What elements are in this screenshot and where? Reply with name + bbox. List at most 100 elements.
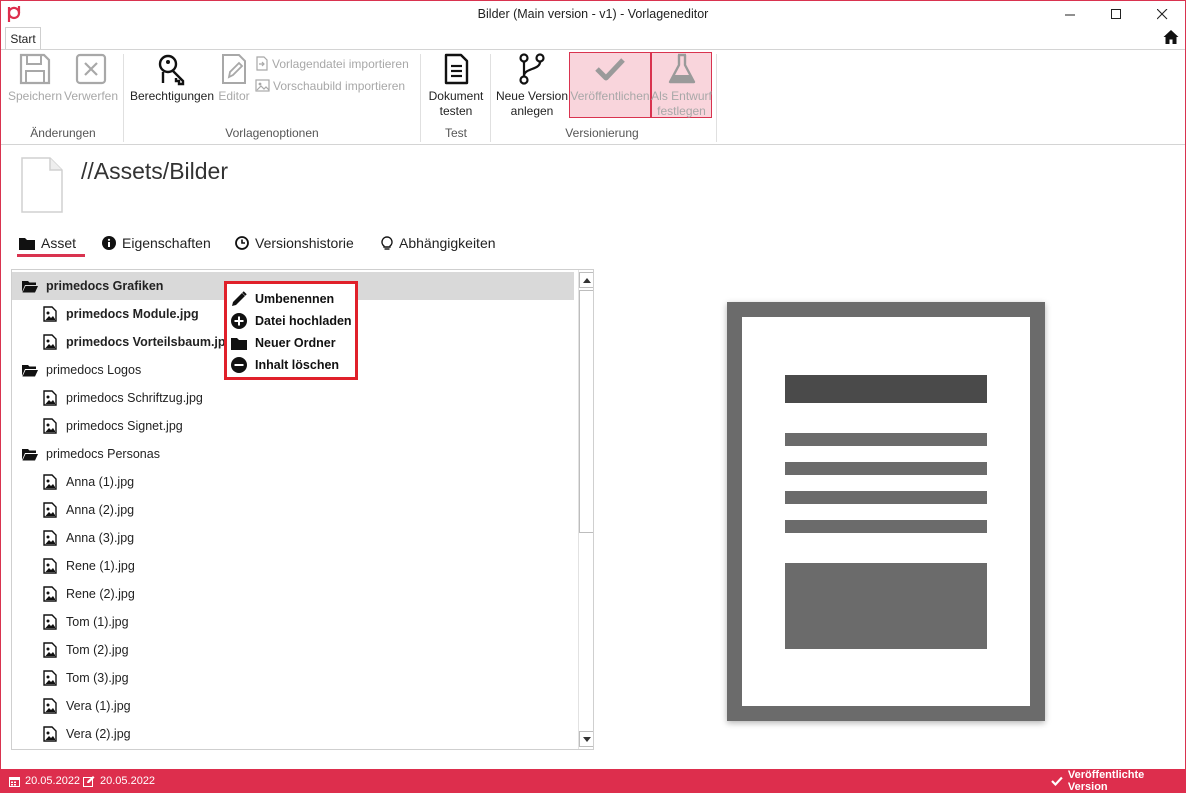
tree-file-item[interactable]: primedocs Schriftzug.jpg (12, 384, 574, 412)
flask-icon (668, 53, 695, 84)
modified-date-text: 20.05.2022 (100, 775, 156, 787)
import-template-button[interactable]: Vorlagendatei importieren (255, 56, 409, 71)
tree-file-item[interactable]: Tom (2).jpg (12, 636, 574, 664)
menu-item-upload[interactable]: Datei hochladen (231, 311, 352, 331)
tree-file-item[interactable]: Anna (1).jpg (12, 468, 574, 496)
preview-image-block (785, 563, 987, 649)
tree-file-item[interactable]: Anna (2).jpg (12, 496, 574, 524)
tab-properties[interactable]: Eigenschaften (102, 229, 211, 257)
modified-date: 20.05.2022 (83, 769, 155, 793)
close-button[interactable] (1139, 1, 1185, 27)
tab-dependencies-label: Abhängigkeiten (399, 235, 496, 251)
tab-version-history-label: Versionshistorie (255, 235, 354, 251)
scroll-down-button[interactable] (579, 731, 593, 747)
home-icon[interactable] (1163, 29, 1179, 45)
import-preview-label: Vorschaubild importieren (273, 78, 406, 93)
new-version-button[interactable]: Neue Version anlegen (495, 52, 569, 119)
permissions-label: Berechtigungen (129, 89, 215, 103)
tree-file-item[interactable]: Anna (3).jpg (12, 524, 574, 552)
ribbon-separator (716, 54, 717, 142)
ribbon-separator (123, 54, 124, 142)
discard-label: Verwerfen (63, 89, 119, 103)
test-document-button[interactable]: Dokument testen (425, 52, 487, 119)
publish-label: Veröffentlichen (570, 89, 650, 103)
tree-folder-item[interactable]: primedocs Personas (12, 440, 574, 468)
image-file-icon (42, 698, 58, 714)
discard-button[interactable]: Verwerfen (63, 52, 119, 104)
ribbon-separator (420, 54, 421, 142)
image-file-icon (43, 502, 57, 518)
test-document-label-1: Dokument (428, 89, 484, 103)
image-file-icon (42, 670, 58, 686)
preview-text-line (785, 433, 987, 446)
folder-open-icon (22, 280, 38, 292)
import-image-icon (255, 79, 270, 92)
import-file-icon (256, 56, 268, 71)
tree-item-label: primedocs Grafiken (46, 279, 164, 293)
image-file-icon (42, 614, 58, 630)
image-file-icon (43, 726, 57, 742)
tree-file-item[interactable]: Rene (1).jpg (12, 552, 574, 580)
scroll-up-button[interactable] (579, 272, 593, 288)
image-file-icon (43, 642, 57, 658)
tree-file-item[interactable]: Tom (3).jpg (12, 664, 574, 692)
tree-item-label: primedocs Logos (46, 363, 142, 377)
save-label: Speichern (7, 89, 63, 103)
arrow-up-icon (583, 277, 591, 283)
editor-label: Editor (218, 89, 250, 103)
tree-file-item[interactable]: Tom (1).jpg (12, 608, 574, 636)
menu-item-delete[interactable]: Inhalt löschen (231, 355, 339, 375)
save-button[interactable]: Speichern (7, 52, 63, 104)
folder-open-icon (22, 362, 38, 378)
menu-item-new-folder[interactable]: Neuer Ordner (231, 333, 336, 353)
publish-button[interactable]: Veröffentlichen (569, 52, 651, 104)
tab-version-history[interactable]: Versionshistorie (235, 229, 354, 257)
calendar-icon (9, 776, 20, 787)
editor-button[interactable]: Editor (215, 52, 253, 104)
context-menu: Umbenennen Datei hochladen Neuer Ordner … (224, 281, 358, 380)
import-preview-button[interactable]: Vorschaubild importieren (255, 78, 405, 93)
title-bar: Bilder (Main version - v1) - Vorlagenedi… (1, 1, 1185, 27)
image-file-icon (43, 306, 57, 322)
ribbon-tab-row: Start (1, 27, 1185, 49)
preview-page (742, 317, 1030, 706)
image-file-icon (42, 642, 58, 658)
group-label-changes: Änderungen (30, 126, 96, 140)
tree-item-label: Tom (1).jpg (66, 615, 129, 629)
tree-file-item[interactable]: Rene (2).jpg (12, 580, 574, 608)
preview-image (727, 302, 1045, 721)
tree-file-item[interactable]: Vera (2).jpg (12, 720, 574, 748)
tree-item-label: primedocs Module.jpg (66, 307, 199, 321)
image-file-icon (42, 418, 58, 434)
tree-scrollbar[interactable] (578, 270, 593, 749)
branch-icon (519, 53, 545, 85)
maximize-icon (1110, 8, 1121, 19)
folder-open-icon (22, 446, 38, 462)
permissions-button[interactable]: Berechtigungen (129, 52, 215, 104)
tree-item-label: Vera (2).jpg (66, 727, 131, 741)
save-icon (19, 53, 51, 85)
scroll-thumb[interactable] (579, 290, 593, 533)
preview-text-line (785, 491, 987, 504)
minimize-button[interactable] (1047, 1, 1093, 27)
tree-file-item[interactable]: primedocs Signet.jpg (12, 412, 574, 440)
image-file-icon (43, 698, 57, 714)
set-draft-button[interactable]: Als Entwurf festlegen (651, 52, 712, 119)
tree-item-label: primedocs Vorteilsbaum.jpg (66, 335, 234, 349)
app-window: Bilder (Main version - v1) - Vorlagenedi… (0, 0, 1186, 793)
tab-dependencies[interactable]: Abhängigkeiten (381, 229, 496, 257)
tree-item-label: primedocs Personas (46, 447, 160, 461)
status-bar: 20.05.2022 20.05.2022 Veröffentlichte Ve… (0, 769, 1186, 793)
ribbon: Speichern Verwerfen Änderungen Berechtig… (1, 49, 1185, 145)
tree-file-item[interactable]: Vera (1).jpg (12, 692, 574, 720)
created-date: 20.05.2022 (9, 769, 80, 793)
draft-label-2: festlegen (657, 104, 706, 118)
image-file-icon (42, 726, 58, 742)
version-status-text: Veröffentlichte Version (1067, 769, 1145, 793)
maximize-button[interactable] (1093, 1, 1139, 27)
ribbon-tab-start[interactable]: Start (5, 27, 41, 49)
menu-item-rename[interactable]: Umbenennen (231, 289, 334, 309)
window-title: Bilder (Main version - v1) - Vorlagenedi… (477, 7, 709, 21)
menu-item-delete-label: Inhalt löschen (255, 358, 340, 372)
tab-asset[interactable]: Asset (19, 229, 76, 257)
